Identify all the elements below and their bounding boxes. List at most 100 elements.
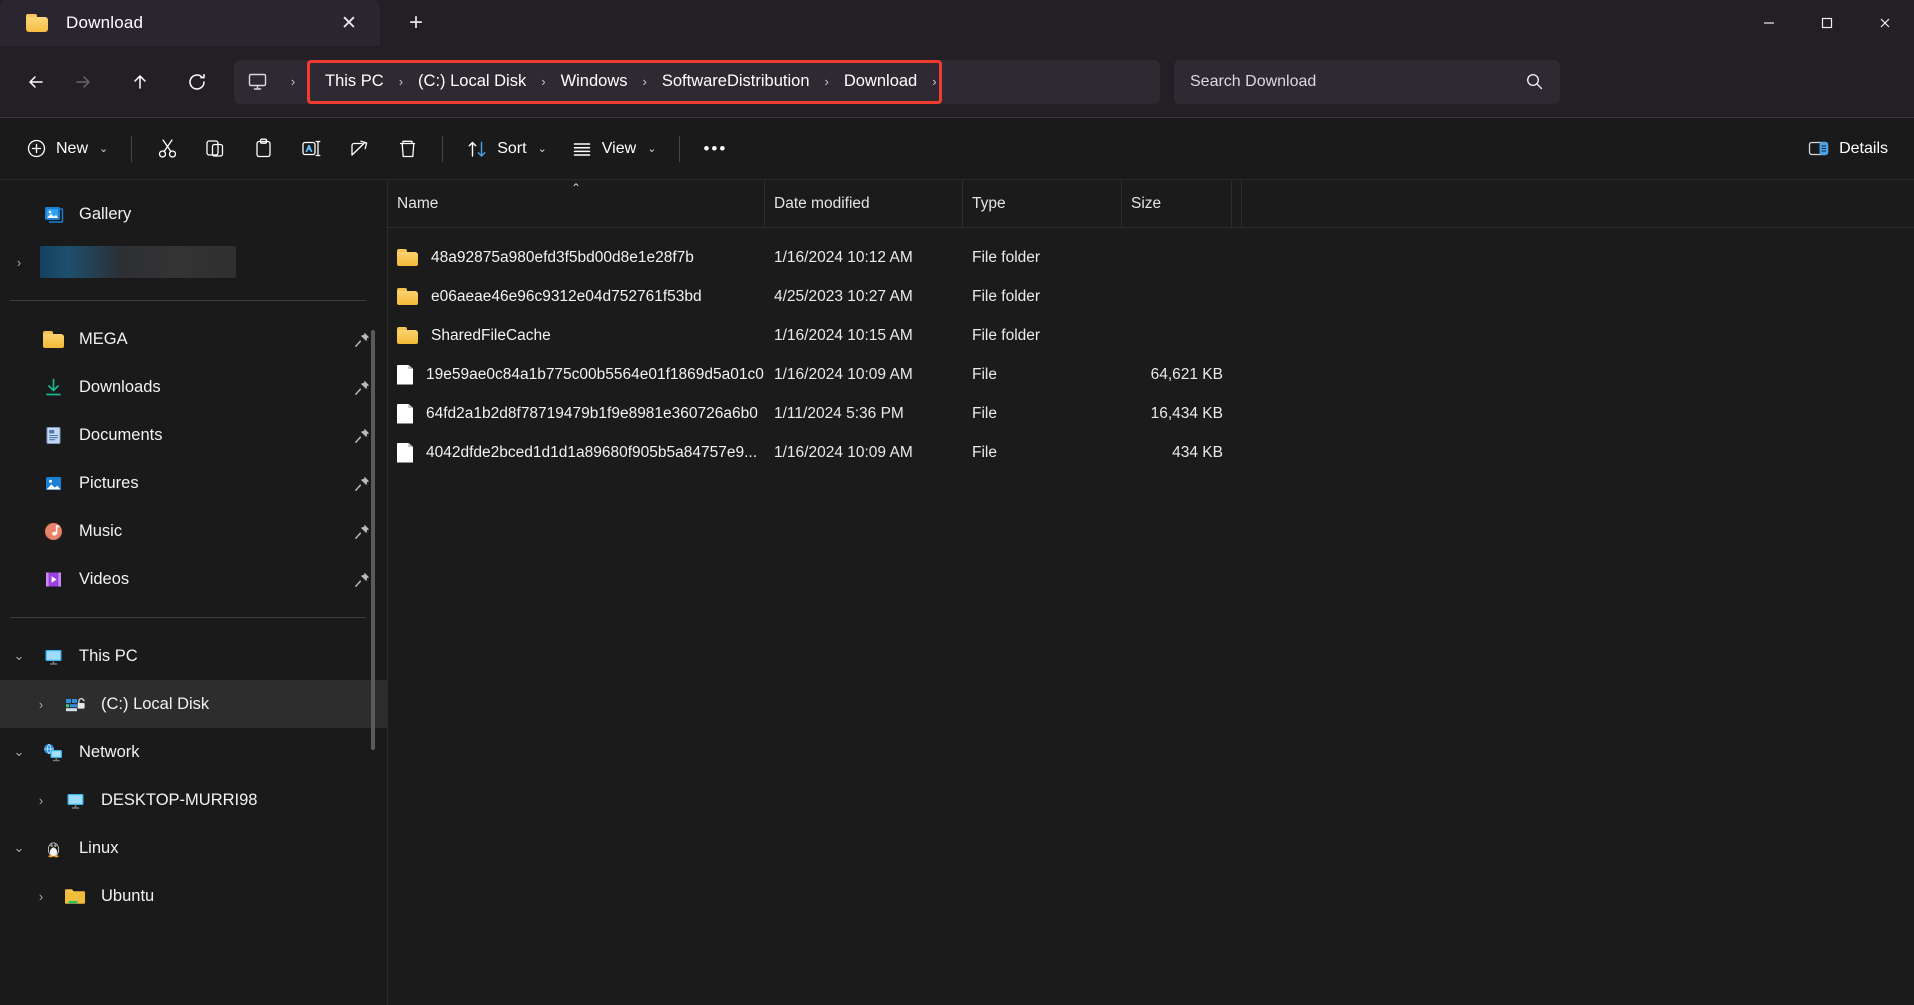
address-bar[interactable]: › This PC › (C:) Local Disk › Windows › … bbox=[234, 59, 1160, 104]
chevron-right-icon: › bbox=[642, 74, 647, 89]
sidebar-item-label: Documents bbox=[79, 425, 163, 444]
sidebar-item-desktop-murri98[interactable]: › DESKTOP-MURRI98 bbox=[0, 776, 388, 824]
cut-button[interactable] bbox=[143, 127, 191, 171]
table-row[interactable]: 4042dfde2bced1d1d1a89680f905b5a84757e9..… bbox=[388, 433, 1914, 472]
divider bbox=[679, 135, 681, 162]
file-list-pane: ⌃ Name Date modified Type Size 48a92875a… bbox=[388, 179, 1914, 1005]
view-button[interactable]: View ⌄ bbox=[559, 127, 669, 171]
monitor-icon[interactable] bbox=[234, 71, 280, 92]
breadcrumb-item-windows[interactable]: Windows bbox=[548, 65, 641, 99]
back-button[interactable] bbox=[14, 60, 58, 104]
sidebar-item-ubuntu[interactable]: › Ubuntu bbox=[0, 872, 388, 920]
table-row[interactable]: 48a92875a980efd3f5bd00d8e1e28f7b 1/16/20… bbox=[388, 238, 1914, 277]
sidebar-item-redacted[interactable]: › bbox=[0, 238, 388, 286]
chevron-down-icon: ⌄ bbox=[647, 143, 657, 155]
forward-button[interactable] bbox=[61, 60, 105, 104]
sidebar-item-local-disk[interactable]: › (C:) Local Disk bbox=[0, 680, 388, 728]
rename-button[interactable]: A bbox=[287, 127, 335, 171]
file-name-cell[interactable]: e06aeae46e96c9312e04d752761f53bd bbox=[388, 288, 765, 306]
sidebar-item-network[interactable]: ⌄ Network bbox=[0, 728, 388, 776]
refresh-button[interactable] bbox=[175, 60, 219, 104]
close-window-button[interactable] bbox=[1856, 0, 1914, 46]
column-header-name[interactable]: ⌃ Name bbox=[388, 179, 765, 228]
breadcrumb-item-download[interactable]: Download bbox=[831, 65, 930, 99]
pin-icon[interactable] bbox=[352, 377, 372, 397]
maximize-button[interactable] bbox=[1798, 0, 1856, 46]
sidebar-item-linux[interactable]: ⌄ Linux bbox=[0, 824, 388, 872]
sidebar-item-label: Linux bbox=[79, 838, 119, 857]
breadcrumb-item-this-pc[interactable]: This PC bbox=[312, 65, 397, 99]
gallery-icon bbox=[38, 204, 68, 225]
sidebar-scrollbar[interactable] bbox=[371, 330, 375, 750]
pin-icon[interactable] bbox=[352, 521, 372, 541]
chevron-down-icon[interactable]: ⌄ bbox=[0, 840, 38, 856]
pin-icon[interactable] bbox=[352, 473, 372, 493]
view-button-label: View bbox=[601, 139, 637, 157]
chevron-right-icon[interactable]: › bbox=[22, 697, 60, 712]
pin-icon[interactable] bbox=[352, 569, 372, 589]
sidebar-item-label: Videos bbox=[79, 569, 130, 588]
column-header-size[interactable]: Size bbox=[1122, 179, 1232, 228]
chevron-right-icon[interactable]: › bbox=[22, 889, 60, 904]
search-input[interactable]: Search Download bbox=[1190, 73, 1525, 91]
column-header-type[interactable]: Type bbox=[963, 179, 1122, 228]
breadcrumb-item-softwaredistribution[interactable]: SoftwareDistribution bbox=[649, 65, 823, 99]
more-options-button[interactable]: ••• bbox=[691, 127, 739, 171]
column-header-date-modified[interactable]: Date modified bbox=[765, 179, 963, 228]
close-tab-icon[interactable]: ✕ bbox=[332, 6, 366, 40]
pin-icon[interactable] bbox=[352, 329, 372, 349]
table-row[interactable]: SharedFileCache 1/16/2024 10:15 AM File … bbox=[388, 316, 1914, 355]
file-name-cell[interactable]: SharedFileCache bbox=[388, 327, 765, 345]
minimize-button[interactable] bbox=[1740, 0, 1798, 46]
breadcrumb-item-local-disk[interactable]: (C:) Local Disk bbox=[405, 65, 539, 99]
size-cell: 434 KB bbox=[1172, 443, 1223, 461]
file-icon bbox=[397, 442, 413, 463]
sidebar-item-documents[interactable]: Documents bbox=[0, 411, 388, 459]
new-tab-button[interactable]: + bbox=[398, 5, 434, 41]
up-button[interactable] bbox=[118, 60, 162, 104]
chevron-right-icon[interactable]: › bbox=[280, 74, 306, 89]
chevron-right-icon[interactable]: › bbox=[22, 793, 60, 808]
chevron-right-icon[interactable]: › bbox=[0, 255, 38, 270]
pin-icon[interactable] bbox=[352, 425, 372, 445]
search-box[interactable]: Search Download bbox=[1174, 59, 1560, 104]
monitor-icon bbox=[38, 646, 68, 667]
sidebar-item-downloads[interactable]: Downloads bbox=[0, 363, 388, 411]
column-header-label: Type bbox=[972, 194, 1006, 212]
chevron-down-icon[interactable]: ⌄ bbox=[0, 648, 38, 664]
folder-icon bbox=[60, 887, 90, 906]
table-row[interactable]: 19e59ae0c84a1b775c00b5564e01f1869d5a01c0… bbox=[388, 355, 1914, 394]
title-bar: Download ✕ + bbox=[0, 0, 1914, 46]
sidebar-item-gallery[interactable]: Gallery bbox=[0, 190, 388, 238]
chevron-down-icon[interactable]: ⌄ bbox=[0, 744, 38, 760]
file-name-cell[interactable]: 48a92875a980efd3f5bd00d8e1e28f7b bbox=[388, 249, 765, 267]
paste-button[interactable] bbox=[239, 127, 287, 171]
file-icon bbox=[397, 364, 413, 385]
file-name-cell[interactable]: 4042dfde2bced1d1d1a89680f905b5a84757e9..… bbox=[388, 442, 765, 463]
copy-button[interactable] bbox=[191, 127, 239, 171]
browser-tab-download[interactable]: Download ✕ bbox=[0, 0, 380, 46]
sidebar-item-this-pc[interactable]: ⌄ This PC bbox=[0, 632, 388, 680]
table-row[interactable]: 64fd2a1b2d8f78719479b1f9e8981e360726a6b0… bbox=[388, 394, 1914, 433]
table-row[interactable]: e06aeae46e96c9312e04d752761f53bd 4/25/20… bbox=[388, 277, 1914, 316]
chevron-right-icon[interactable]: › bbox=[930, 74, 938, 89]
new-button[interactable]: New ⌄ bbox=[14, 127, 120, 171]
column-header-label: Size bbox=[1131, 194, 1162, 212]
sort-ascending-icon: ⌃ bbox=[570, 180, 582, 195]
local-disk-icon bbox=[60, 694, 90, 715]
file-name-cell[interactable]: 19e59ae0c84a1b775c00b5564e01f1869d5a01c0 bbox=[388, 364, 765, 385]
sidebar-item-videos[interactable]: Videos bbox=[0, 555, 388, 603]
sidebar-item-pictures[interactable]: Pictures bbox=[0, 459, 388, 507]
details-pane-button[interactable]: Details bbox=[1795, 127, 1900, 171]
delete-button[interactable] bbox=[383, 127, 431, 171]
file-name-label: 48a92875a980efd3f5bd00d8e1e28f7b bbox=[431, 248, 694, 266]
search-icon[interactable] bbox=[1525, 72, 1544, 91]
sidebar-item-label: Gallery bbox=[79, 204, 132, 223]
share-button[interactable] bbox=[335, 127, 383, 171]
sidebar-item-label: (C:) Local Disk bbox=[101, 694, 210, 713]
sidebar-item-music[interactable]: Music bbox=[0, 507, 388, 555]
file-name-cell[interactable]: 64fd2a1b2d8f78719479b1f9e8981e360726a6b0 bbox=[388, 403, 765, 424]
sort-button[interactable]: Sort ⌄ bbox=[454, 127, 559, 171]
sidebar-item-mega[interactable]: MEGA bbox=[0, 315, 388, 363]
size-cell: 16,434 KB bbox=[1150, 404, 1223, 422]
